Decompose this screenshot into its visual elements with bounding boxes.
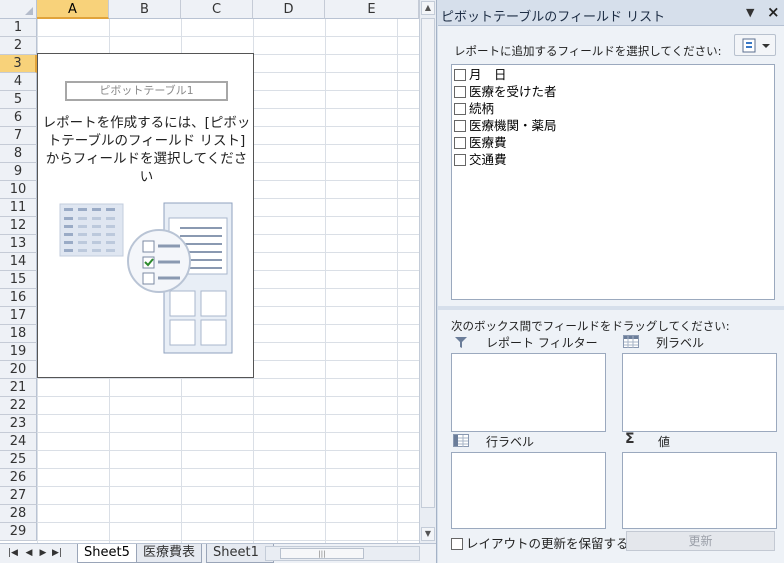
pane-title: ピボットテーブルのフィールド リスト <box>441 10 666 25</box>
column-header-d[interactable]: D <box>253 0 325 19</box>
scroll-thumb[interactable] <box>421 18 435 508</box>
choose-fields-label: レポートに追加するフィールドを選択してください: <box>454 44 722 58</box>
values-label: 値 <box>658 435 671 449</box>
row-header-22[interactable]: 22 <box>0 397 37 415</box>
pivot-table-placeholder[interactable]: ピボットテーブル1 レポートを作成するには、[ピボットテーブルのフィールド リス… <box>37 53 254 378</box>
field-item[interactable]: 月 日 <box>454 66 507 83</box>
field-item[interactable]: 医療費 <box>454 134 507 151</box>
row-header-21[interactable]: 21 <box>0 379 37 397</box>
field-checkbox[interactable] <box>454 137 466 149</box>
row-header-19[interactable]: 19 <box>0 343 37 361</box>
row-labels-area[interactable] <box>451 452 606 529</box>
row-header-20[interactable]: 20 <box>0 361 37 379</box>
sheet-tab-sheet1[interactable]: Sheet1 <box>206 544 274 563</box>
row-header-13[interactable]: 13 <box>0 235 37 253</box>
row-header-25[interactable]: 25 <box>0 451 37 469</box>
row-header-18[interactable]: 18 <box>0 325 37 343</box>
layout-options-button[interactable] <box>734 34 776 56</box>
pane-body: レポートに追加するフィールドを選択してください: 月 日医療を受けた者 続柄医療機… <box>438 25 784 563</box>
row-header-26[interactable]: 26 <box>0 469 37 487</box>
update-button[interactable]: 更新 <box>626 531 775 551</box>
chevron-down-icon[interactable]: ▼ <box>746 6 754 19</box>
column-labels-label: 列ラベル <box>656 336 705 350</box>
row-header-24[interactable]: 24 <box>0 433 37 451</box>
row-header-5[interactable]: 5 <box>0 91 37 109</box>
row-header-6[interactable]: 6 <box>0 109 37 127</box>
horizontal-scroll-thumb[interactable]: ||| <box>280 548 364 559</box>
pane-splitter[interactable] <box>438 306 784 310</box>
field-list[interactable]: 月 日医療を受けた者 続柄医療機関・薬局 医療費交通費 <box>451 64 775 300</box>
field-item[interactable]: 続柄 <box>454 100 494 117</box>
pivot-instruction-text: レポートを作成するには、[ピボットテーブルのフィールド リスト] からフィールド… <box>42 115 251 185</box>
last-sheet-icon[interactable]: ▶| <box>50 547 64 560</box>
pivot-illustration-icon <box>59 202 233 354</box>
sheet-tab-medical-table[interactable]: 医療費表 <box>136 544 203 563</box>
field-label: 医療費 <box>469 135 507 150</box>
row-header-11[interactable]: 11 <box>0 199 37 217</box>
field-label: 月 日 <box>469 67 507 82</box>
field-item[interactable]: 交通費 <box>454 151 507 168</box>
row-labels-icon <box>453 434 469 447</box>
scroll-down-icon[interactable]: ▼ <box>421 527 435 541</box>
row-header-2[interactable]: 2 <box>0 37 37 55</box>
filter-icon <box>455 337 467 348</box>
drag-fields-label: 次のボックス間でフィールドをドラッグしてください: <box>451 319 730 333</box>
field-checkbox[interactable] <box>454 69 466 81</box>
row-header-16[interactable]: 16 <box>0 289 37 307</box>
select-all-corner[interactable] <box>0 0 37 19</box>
row-header-12[interactable]: 12 <box>0 217 37 235</box>
column-header-c[interactable]: C <box>181 0 253 19</box>
report-filter-area[interactable] <box>451 353 606 432</box>
field-label: 医療機関・薬局 <box>469 118 557 133</box>
scroll-up-icon[interactable]: ▲ <box>421 1 435 15</box>
defer-layout-checkbox[interactable] <box>451 538 463 550</box>
sheet-tab-bar: |◀ ◀ ▶ ▶| Sheet5 医療費表 Sheet1 ||| <box>0 543 436 563</box>
row-header-8[interactable]: 8 <box>0 145 37 163</box>
column-labels-icon <box>623 335 639 348</box>
defer-layout-update[interactable]: レイアウトの更新を保留する <box>451 533 629 552</box>
field-label: 交通費 <box>469 152 507 167</box>
row-labels-label: 行ラベル <box>486 435 535 449</box>
row-header-28[interactable]: 28 <box>0 505 37 523</box>
prev-sheet-icon[interactable]: ◀ <box>22 547 36 560</box>
field-checkbox[interactable] <box>454 103 466 115</box>
row-header-23[interactable]: 23 <box>0 415 37 433</box>
sheet-tab-sheet5[interactable]: Sheet5 <box>77 544 137 563</box>
column-labels-area[interactable] <box>622 353 777 432</box>
report-filter-label: レポート フィルター <box>486 336 598 350</box>
row-header-3[interactable]: 3 <box>0 55 37 73</box>
row-header-27[interactable]: 27 <box>0 487 37 505</box>
field-label: 続柄 <box>469 101 495 116</box>
defer-layout-label: レイアウトの更新を保留する <box>466 536 629 551</box>
row-header-15[interactable]: 15 <box>0 271 37 289</box>
field-label: 医療を受けた者 <box>469 84 557 99</box>
pivot-table-name: ピボットテーブル1 <box>65 81 228 101</box>
row-header-1[interactable]: 1 <box>0 19 37 37</box>
row-header-17[interactable]: 17 <box>0 307 37 325</box>
vertical-scrollbar[interactable]: ▲ ▼ <box>419 0 436 543</box>
row-header-29[interactable]: 29 <box>0 523 37 541</box>
row-header-10[interactable]: 10 <box>0 181 37 199</box>
row-header-14[interactable]: 14 <box>0 253 37 271</box>
row-header-9[interactable]: 9 <box>0 163 37 181</box>
worksheet[interactable]: ABCDE 1 2 3 4 5 6 7 8 9 10 11 12 13 14 15 16 17 18 19 20 21 2… <box>0 0 419 563</box>
column-header-e[interactable]: E <box>325 0 419 19</box>
field-checkbox[interactable] <box>454 154 466 166</box>
first-sheet-icon[interactable]: |◀ <box>6 547 20 560</box>
close-icon[interactable]: × <box>767 3 780 21</box>
field-checkbox[interactable] <box>454 86 466 98</box>
next-sheet-icon[interactable]: ▶ <box>36 547 50 560</box>
column-header-a[interactable]: A <box>37 0 109 19</box>
row-header-7[interactable]: 7 <box>0 127 37 145</box>
field-item[interactable]: 医療機関・薬局 <box>454 117 557 134</box>
values-area[interactable] <box>622 452 777 529</box>
horizontal-scrollbar[interactable]: ||| <box>265 546 420 561</box>
layout-options-icon <box>742 38 770 53</box>
pivot-field-list-pane: ピボットテーブルのフィールド リスト ▼ × レポートに追加するフィールドを選択… <box>436 0 784 563</box>
field-checkbox[interactable] <box>454 120 466 132</box>
row-header-4[interactable]: 4 <box>0 73 37 91</box>
column-header-b[interactable]: B <box>109 0 181 19</box>
field-item[interactable]: 医療を受けた者 <box>454 83 557 100</box>
sigma-icon: Σ <box>625 431 635 447</box>
